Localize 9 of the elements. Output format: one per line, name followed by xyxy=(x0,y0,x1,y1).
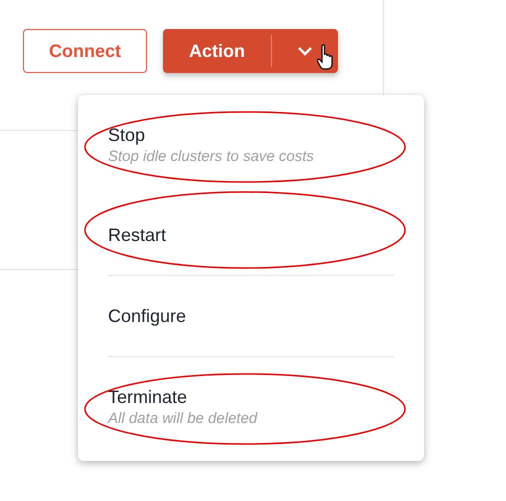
connect-button[interactable]: Connect xyxy=(23,29,147,73)
menu-item[interactable]: Terminate All data will be deleted xyxy=(78,357,424,457)
menu-item[interactable]: Configure xyxy=(78,276,424,356)
hand-cursor-icon xyxy=(317,44,335,71)
chevron-down-icon xyxy=(297,46,313,56)
menu-item[interactable]: Restart xyxy=(78,195,424,275)
action-button[interactable]: Action xyxy=(163,35,272,67)
menu-item[interactable]: Stop Stop idle clusters to save costs xyxy=(78,95,424,195)
split-button[interactable]: Action xyxy=(163,29,338,73)
